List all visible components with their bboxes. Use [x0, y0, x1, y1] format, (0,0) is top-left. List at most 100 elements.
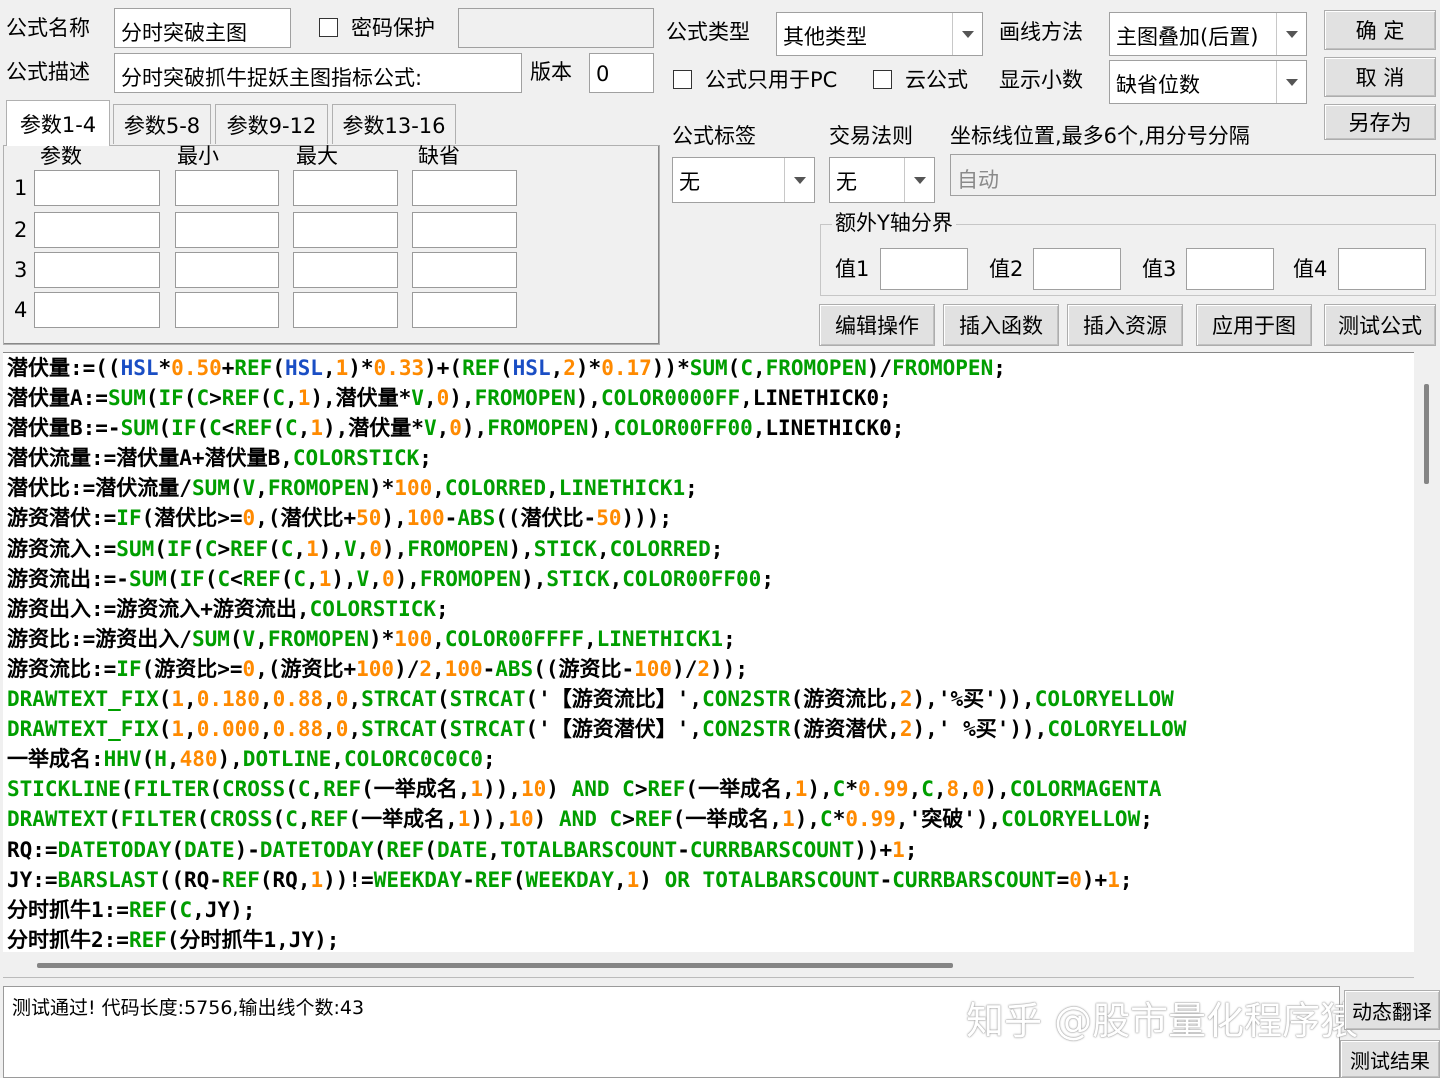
code-token: (潜伏比>= [141, 506, 243, 531]
decimals-select[interactable]: 缺省位数 [1109, 60, 1307, 104]
code-line[interactable]: RQ:=DATETODAY(DATE)-DATETODAY(REF(DATE,T… [7, 835, 1417, 865]
param-default-input[interactable] [412, 170, 517, 206]
code-line[interactable]: 分时抓牛2:=REF(分时抓牛1,JY); [7, 925, 1417, 952]
code-line[interactable]: DRAWTEXT(FILTER(CROSS(C,REF(一举成名,1)),10)… [7, 804, 1417, 834]
code-token: ( [141, 747, 155, 772]
code-token: - [462, 867, 475, 892]
code-line[interactable]: 游资流比:=IF(游资比>=0,(游资比+100)/2,100-ABS((游资比… [7, 654, 1417, 684]
code-token: REF [647, 777, 686, 802]
code-line[interactable]: 潜伏量B:=-SUM(IF(C<REF(C,1),潜伏量*V,0),FROMOP… [7, 413, 1417, 443]
formula-type-select[interactable]: 其他类型 [776, 12, 983, 56]
chevron-down-icon[interactable] [784, 158, 814, 202]
formula-tag-select[interactable]: 无 [672, 157, 815, 203]
code-line[interactable]: 潜伏流量:=潜伏量A+潜伏量B,COLORSTICK; [7, 443, 1417, 473]
code-token: 2 [697, 656, 711, 681]
draw-method-select[interactable]: 主图叠加(后置) [1109, 12, 1307, 56]
code-token: , [322, 356, 336, 380]
param-min-input[interactable] [175, 212, 279, 248]
code-token: 1 [794, 777, 808, 802]
test-formula-button[interactable]: 测试公式 [1324, 304, 1436, 346]
param-max-input[interactable] [293, 252, 398, 288]
param-min-input[interactable] [175, 292, 279, 328]
code-token: 分时抓牛2:= [7, 927, 129, 952]
code-line[interactable]: STICKLINE(FILTER(CROSS(C,REF(一举成名,1)),10… [7, 774, 1417, 804]
param-name-input[interactable] [34, 170, 160, 206]
param-min-input[interactable] [175, 170, 279, 206]
code-token: ( [229, 626, 243, 651]
formula-name-input[interactable]: 分时突破主图 [114, 8, 291, 48]
code-line[interactable]: 潜伏比:=潜伏流量/SUM(V,FROMOPEN)*100,COLORRED,L… [7, 473, 1417, 503]
code-line[interactable]: 潜伏量A:=SUM(IF(C>REF(C,1),潜伏量*V,0),FROMOPE… [7, 383, 1417, 413]
code-token: )); [710, 656, 748, 681]
code-line[interactable]: 游资流出:=-SUM(IF(C<REF(C,1),V,0),FROMOPEN),… [7, 564, 1417, 594]
scroll-thumb[interactable] [1424, 384, 1429, 484]
tab-params-5-8[interactable]: 参数5-8 [113, 104, 211, 144]
code-token: ( [196, 416, 210, 441]
pc-only-checkbox[interactable] [673, 70, 692, 89]
code-token: 分时抓牛1:= [7, 897, 129, 922]
chevron-down-icon[interactable] [904, 158, 934, 202]
code-text[interactable]: 潜伏量:=((HSL*0.50+REF(HSL,1)*0.33)+(REF(HS… [7, 353, 1417, 952]
chevron-down-icon[interactable] [1276, 13, 1306, 55]
formula-desc-input[interactable]: 分时突破抓牛捉妖主图指标公式: [114, 53, 522, 93]
code-line[interactable]: 分时抓牛1:=REF(C,JY); [7, 895, 1417, 925]
param-max-input[interactable] [293, 292, 398, 328]
code-token: , [297, 416, 311, 441]
code-editor[interactable]: 潜伏量:=((HSL*0.50+REF(HSL,1)*0.33)+(REF(HS… [3, 352, 1440, 952]
ok-button[interactable]: 确 定 [1324, 10, 1436, 50]
param-default-input[interactable] [412, 252, 517, 288]
code-line[interactable]: 潜伏量:=((HSL*0.50+REF(HSL,1)*0.33)+(REF(HS… [7, 353, 1417, 383]
code-token: C [609, 807, 623, 832]
vertical-scrollbar[interactable] [1414, 352, 1440, 952]
trade-rule-select[interactable]: 无 [829, 157, 935, 203]
code-line[interactable]: 游资出入:=游资流入+游资流出,COLORSTICK; [7, 594, 1417, 624]
formula-name-label: 公式名称 [6, 16, 90, 40]
param-name-input[interactable] [34, 212, 160, 248]
param-max-input[interactable] [293, 170, 398, 206]
insert-func-button[interactable]: 插入函数 [943, 304, 1059, 346]
password-checkbox[interactable] [319, 18, 338, 37]
code-line[interactable]: 游资流入:=SUM(IF(C>REF(C,1),V,0),FROMOPEN),S… [7, 534, 1417, 564]
value3-input[interactable] [1186, 248, 1274, 290]
code-token: REF [221, 867, 260, 892]
apply-chart-button[interactable]: 应用于图 [1196, 304, 1312, 346]
code-line[interactable]: 游资比:=游资出入/SUM(V,FROMOPEN)*100,COLOR00FFF… [7, 624, 1417, 654]
version-input[interactable]: 0 [589, 53, 654, 93]
scroll-thumb[interactable] [37, 963, 953, 968]
code-line[interactable]: JY:=BARSLAST((RQ-REF(RQ,1))!=WEEKDAY-REF… [7, 865, 1417, 895]
tab-params-1-4[interactable]: 参数1-4 [6, 100, 110, 146]
param-name-input[interactable] [34, 292, 160, 328]
insert-resource-button[interactable]: 插入资源 [1067, 304, 1183, 346]
param-default-input[interactable] [412, 292, 517, 328]
code-line[interactable]: DRAWTEXT_FIX(1,0.180,0.88,0,STRCAT(STRCA… [7, 684, 1417, 714]
param-row-label: 1 [14, 176, 28, 200]
value2-input[interactable] [1033, 248, 1121, 290]
param-max-input[interactable] [293, 212, 398, 248]
save-as-button[interactable]: 另存为 [1324, 104, 1436, 140]
param-name-input[interactable] [34, 252, 160, 288]
param-default-input[interactable] [412, 212, 517, 248]
code-token: HSL [512, 356, 551, 380]
cloud-checkbox[interactable] [873, 70, 892, 89]
code-line[interactable]: 游资潜伏:=IF(潜伏比>=0,(潜伏比+50),100-ABS((潜伏比-50… [7, 503, 1417, 533]
tab-params-9-12[interactable]: 参数9-12 [215, 104, 328, 144]
code-token: 100 [394, 626, 433, 651]
code-line[interactable]: DRAWTEXT_FIX(1,0.000,0.88,0,STRCAT(STRCA… [7, 714, 1417, 744]
code-token: COLORYELLOW [1001, 807, 1141, 832]
code-token: C [204, 536, 218, 561]
tab-params-13-16[interactable]: 参数13-16 [332, 104, 456, 144]
test-result-button[interactable]: 测试结果 [1340, 1040, 1440, 1078]
axis-lines-input: 自动 [950, 154, 1436, 196]
value1-input[interactable] [880, 248, 968, 290]
cancel-button[interactable]: 取 消 [1324, 57, 1436, 97]
code-line[interactable]: 一举成名:HHV(H,480),DOTLINE,COLORC0C0C0; [7, 744, 1417, 774]
code-token: ; [685, 476, 698, 501]
chevron-down-icon[interactable] [952, 13, 982, 55]
value1-label: 值1 [835, 257, 870, 281]
param-min-input[interactable] [175, 252, 279, 288]
chevron-down-icon[interactable] [1276, 61, 1306, 103]
horizontal-scrollbar[interactable] [3, 952, 1414, 978]
value4-input[interactable] [1338, 248, 1426, 290]
edit-ops-button[interactable]: 编辑操作 [819, 304, 935, 346]
translate-button[interactable]: 动态翻译 [1344, 990, 1440, 1030]
